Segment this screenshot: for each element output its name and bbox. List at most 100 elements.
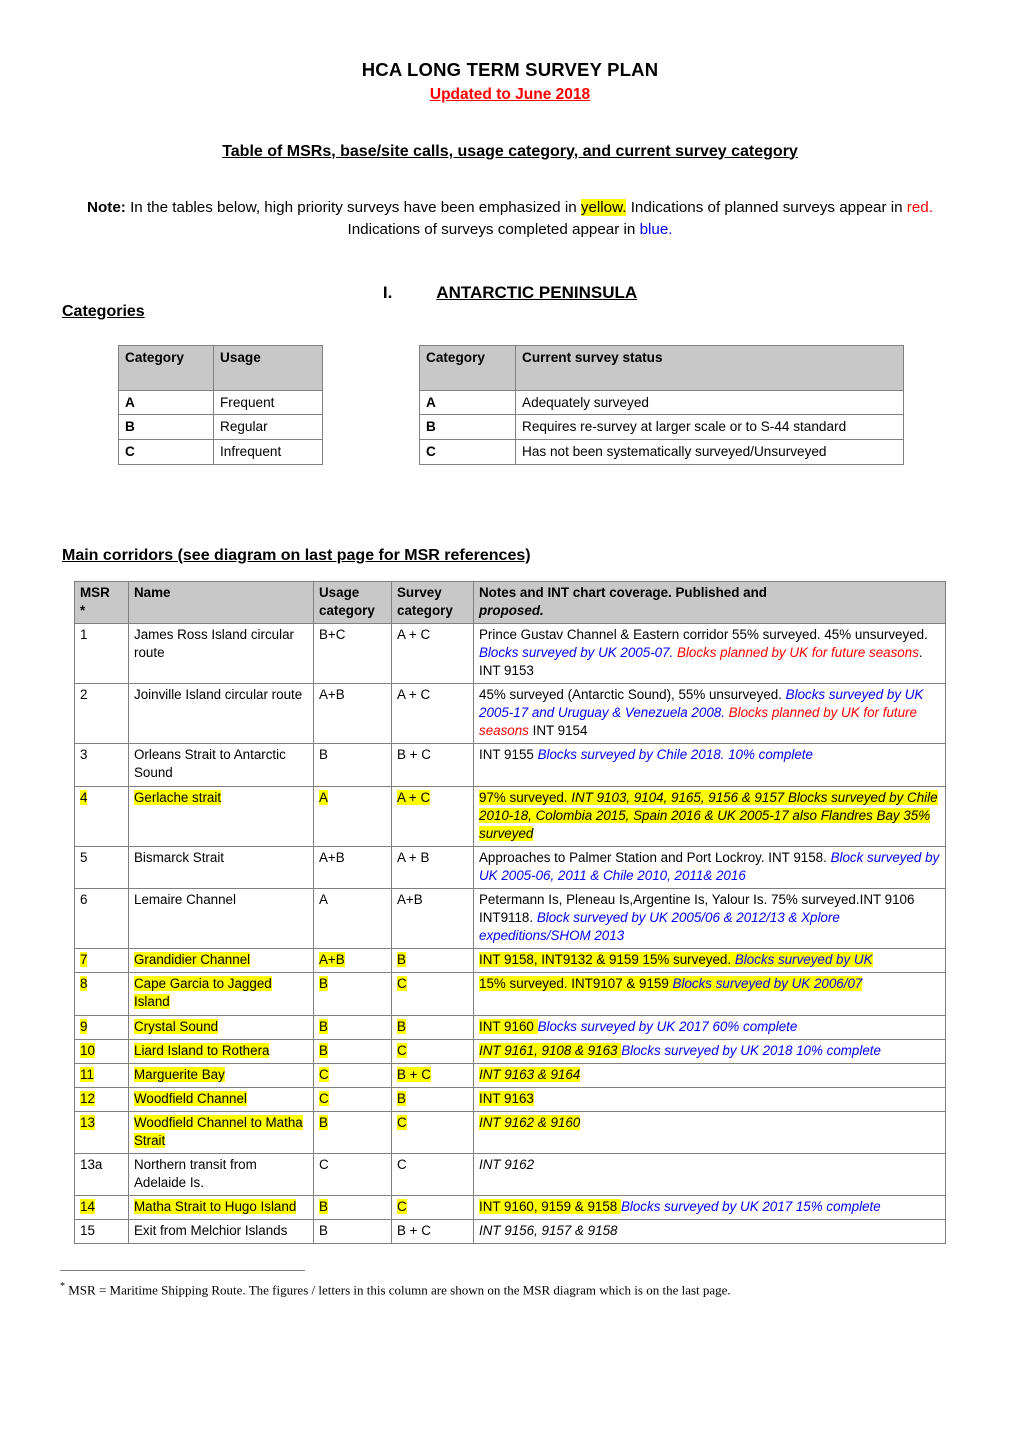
status-val-b: Requires re-survey at larger scale or to…	[515, 414, 904, 440]
page-title: HCA LONG TERM SURVEY PLAN	[361, 59, 659, 80]
note-yellow-word: yellow.	[580, 198, 627, 216]
table-row: A Adequately surveyed	[419, 389, 904, 416]
col-header-category: Category	[118, 344, 214, 391]
note-part3: Indications of surveys completed appear …	[347, 220, 640, 238]
status-cat-c: C	[419, 438, 516, 465]
cell-notes: INT 9160 Blocks surveyed by UK 2017 60% …	[473, 1014, 946, 1040]
cell-msr: 2	[74, 683, 129, 745]
status-val-a: Adequately surveyed	[515, 389, 904, 416]
table-row: 14 Matha Strait to Hugo Island B C INT 9160,…	[74, 1195, 946, 1221]
status-val-c: Has not been systematically surveyed/Uns…	[515, 438, 904, 465]
note-segment: Approaches to Palmer Station and Port Lo…	[479, 849, 831, 865]
cell-survey-category: C	[391, 1110, 474, 1155]
usage-cat-b: B	[118, 414, 214, 440]
cell-msr: 13a	[74, 1153, 129, 1197]
cell-name: Joinville Island circular route	[128, 683, 314, 745]
cell-notes: 45% surveyed (Antarctic Sound), 55% unsu…	[473, 683, 946, 745]
cell-usage-category: A+B	[313, 683, 392, 745]
main-table-body: 1 James Ross Island circular route B+C A + …	[74, 622, 946, 1245]
cell-notes: INT 9162	[473, 1153, 946, 1197]
note-part1: In the tables below, high priority surve…	[125, 198, 581, 216]
cell-name: Woodfield Channel to Matha Strait	[128, 1110, 314, 1155]
cell-msr: 3	[74, 743, 129, 787]
section-name: ANTARCTIC PENINSULA	[436, 282, 638, 302]
table-row: 1 James Ross Island circular route B+C A + …	[74, 622, 946, 685]
cell-usage-category: A	[313, 887, 392, 950]
cell-name: Woodfield Channel	[128, 1086, 314, 1112]
col-header-survey-category: Survey category	[391, 580, 474, 624]
table-heading: Table of MSRs, base/site calls, usage ca…	[222, 142, 798, 160]
col-header-status: Current survey status	[515, 344, 904, 391]
cell-notes: INT 9163 & 9164	[473, 1062, 946, 1088]
cell-name: Gerlache strait	[128, 785, 314, 847]
msr-footnote-marker: *	[80, 602, 86, 618]
note-segment: Blocks planned by UK for future seasons	[676, 644, 919, 660]
category-tables: Category Usage A Frequent B Regular C In…	[0, 344, 1020, 495]
note-segment: Blocks surveyed by UK 2017 60% complete	[537, 1018, 798, 1034]
cell-name: Marguerite Bay	[128, 1062, 314, 1088]
note-segment: Blocks surveyed by UK	[734, 952, 873, 968]
cell-notes: INT 9163	[473, 1086, 946, 1112]
cell-survey-category: B	[391, 1086, 474, 1112]
note-segment: INT 9156, 9157 & 9158	[479, 1223, 618, 1239]
note-segment: INT 9163	[479, 1090, 534, 1106]
usage-val-a: Frequent	[213, 389, 323, 416]
status-cat-b: B	[419, 414, 516, 440]
col-header-usage-category: Usage category	[313, 580, 392, 624]
cell-msr: 15	[74, 1219, 129, 1245]
cell-notes: Prince Gustav Channel & Eastern corridor…	[473, 622, 946, 685]
cell-usage-category: B	[313, 1038, 392, 1064]
footnote-text: MSR = Maritime Shipping Route. The figur…	[68, 1282, 731, 1298]
cell-usage-category: B	[313, 1014, 392, 1040]
cell-name: Northern transit from Adelaide Is.	[128, 1153, 314, 1197]
cell-notes: INT 9160, 9159 & 9158 Blocks surveyed by…	[473, 1195, 946, 1221]
cell-notes: INT 9156, 9157 & 9158	[473, 1219, 946, 1245]
table-header-row: Category Current survey status	[419, 344, 904, 391]
table-row: 13a Northern transit from Adelaide Is. C C I…	[74, 1153, 946, 1197]
table-row: 4 Gerlache strait A A + C 97% surveyed. INT …	[74, 785, 946, 847]
cell-msr: 4	[74, 785, 129, 847]
note-segment: INT 9162	[479, 1157, 535, 1173]
cell-usage-category: A+B	[313, 948, 392, 974]
cell-usage-category: B	[313, 1195, 392, 1221]
note-red-word: red.	[906, 198, 933, 216]
cell-msr: 12	[74, 1086, 129, 1112]
cell-name: Crystal Sound	[128, 1014, 314, 1040]
cell-survey-category: C	[391, 1153, 474, 1197]
note-segment: Prince Gustav Channel & Eastern corridor…	[479, 626, 928, 642]
note-segment: INT 9160, 9159 & 9158	[479, 1199, 621, 1215]
note-part2: Indications of planned surveys appear in	[626, 198, 907, 216]
table-row: 15 Exit from Melchior Islands B B + C INT 91…	[74, 1219, 946, 1245]
table-row: C Has not been systematically surveyed/U…	[419, 438, 904, 465]
cell-notes: 97% surveyed. INT 9103, 9104, 9165, 9156…	[473, 785, 946, 847]
cell-notes: INT 9162 & 9160	[473, 1110, 946, 1155]
cell-msr: 5	[74, 845, 129, 889]
cell-msr: 6	[74, 887, 129, 950]
footnote: * MSR = Maritime Shipping Route. The fig…	[60, 1280, 1020, 1299]
status-cat-a: A	[419, 389, 516, 416]
note-segment: 45% surveyed (Antarctic Sound), 55% unsu…	[479, 687, 786, 703]
cell-notes: Petermann Is, Pleneau Is,Argentine Is, Y…	[473, 887, 946, 950]
cell-name: Liard Island to Rothera	[128, 1038, 314, 1064]
note-segment: INT 9158, INT9132 & 9159 15% surveyed.	[479, 952, 735, 968]
table-row: 12 Woodfield Channel C B INT 9163	[74, 1086, 946, 1112]
note-segment: Blocks surveyed by UK 2006/07	[672, 976, 863, 992]
cell-notes: INT 9158, INT9132 & 9159 15% surveyed. B…	[473, 948, 946, 974]
cell-survey-category: B	[391, 948, 474, 974]
note-blue-word: blue.	[639, 220, 673, 238]
table-row: 9 Crystal Sound B B INT 9160 Blocks surveyed…	[74, 1014, 946, 1040]
cell-survey-category: B + C	[391, 743, 474, 787]
note-segment: INT 9160	[479, 1018, 538, 1034]
cell-survey-category: A+B	[391, 887, 474, 950]
note-segment: Blocks surveyed by UK 2005-07.	[479, 644, 677, 660]
cell-usage-category: B+C	[313, 622, 392, 685]
cell-survey-category: C	[391, 1038, 474, 1064]
table-row: 3 Orleans Strait to Antarctic Sound B B + C…	[74, 743, 946, 787]
document-page: HCA LONG TERM SURVEY PLAN Updated to Jun…	[0, 0, 1020, 1441]
cell-usage-category: B	[313, 972, 392, 1016]
cell-msr: 11	[74, 1062, 129, 1088]
cell-name: Grandidier Channel	[128, 948, 314, 974]
note-segment: INT 9155	[479, 747, 538, 763]
col-header-category: Category	[419, 344, 516, 391]
table-row: 11 Marguerite Bay C B + C INT 9163 & 9164	[74, 1062, 946, 1088]
